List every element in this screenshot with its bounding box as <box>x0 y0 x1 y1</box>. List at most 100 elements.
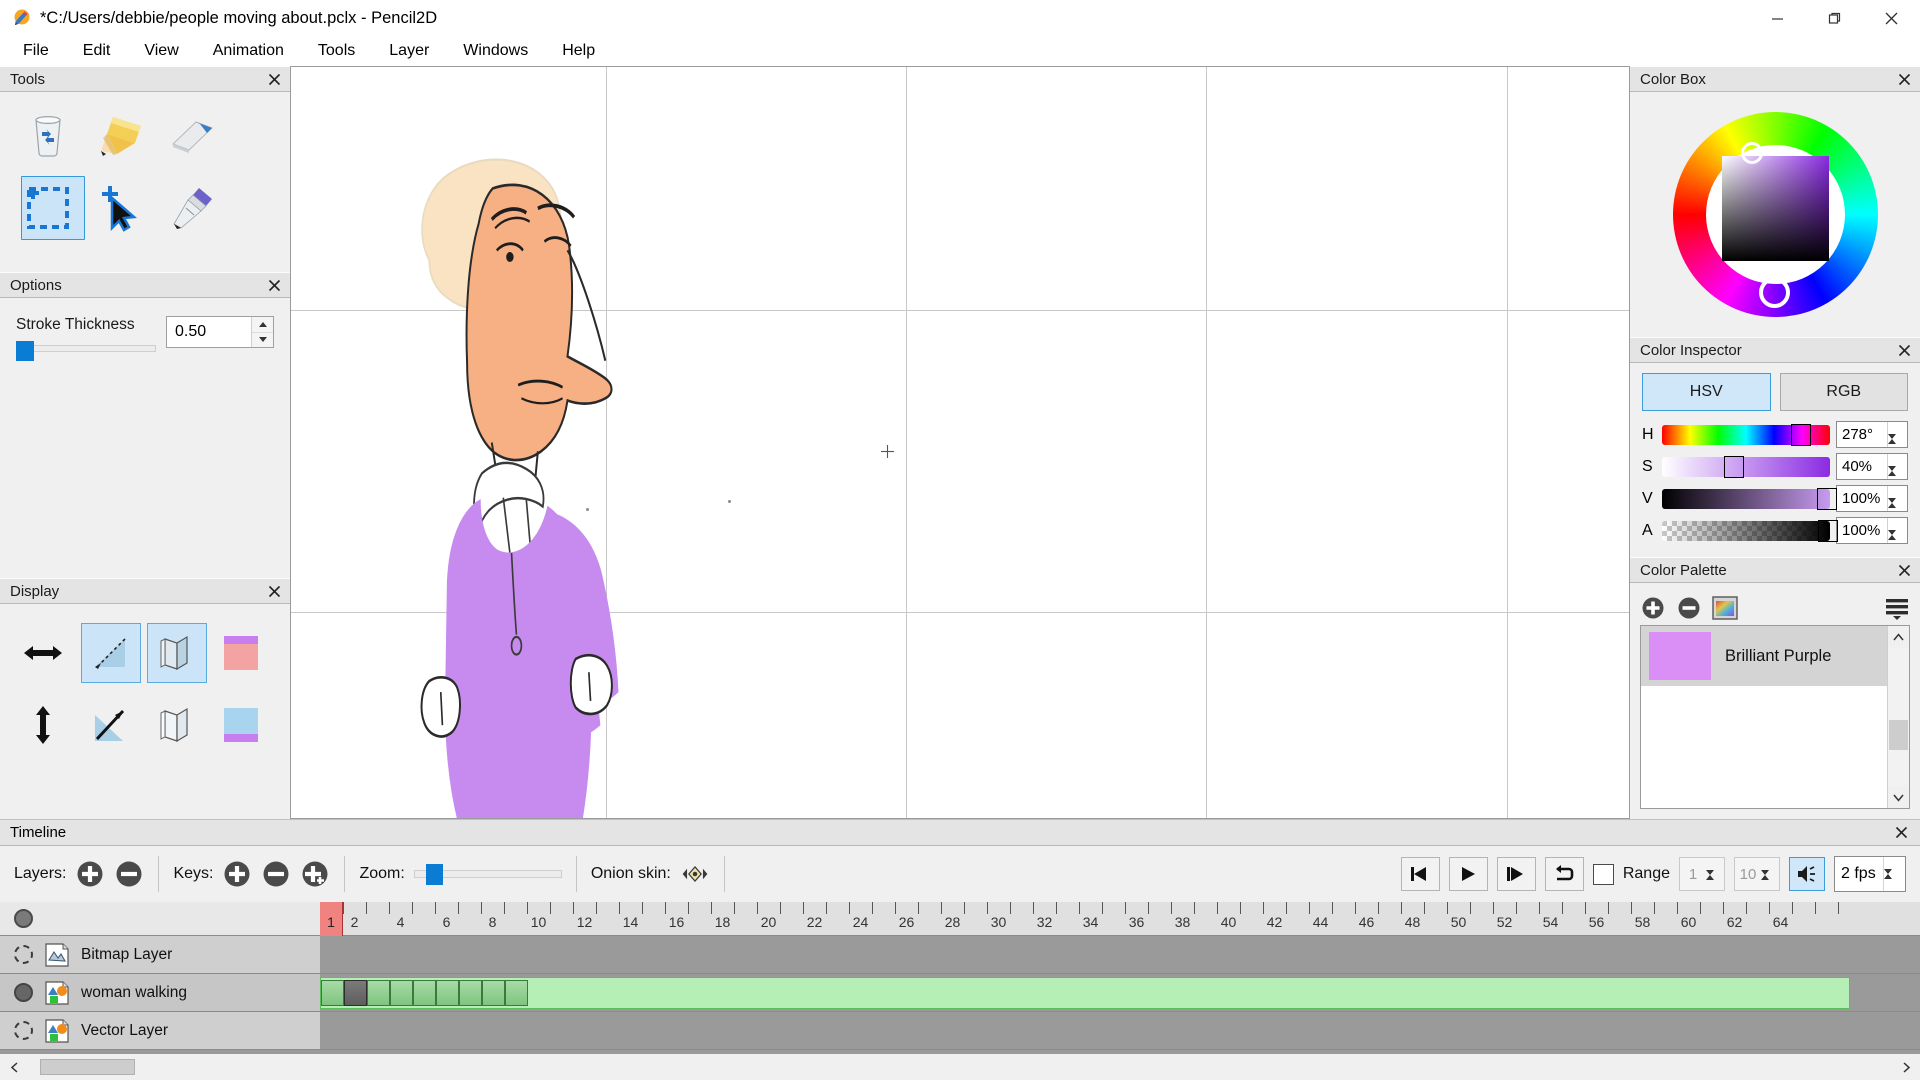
duplicate-key-button[interactable] <box>300 859 330 889</box>
keyframe-cell[interactable] <box>390 980 413 1006</box>
keyframe-cell[interactable] <box>482 980 505 1006</box>
drawing-canvas[interactable] <box>290 66 1630 819</box>
hue-marker[interactable] <box>1758 277 1790 308</box>
menu-help[interactable]: Help <box>545 38 612 64</box>
timeline-zoom-slider[interactable] <box>413 864 562 885</box>
palette-list[interactable]: Brilliant Purple <box>1640 625 1910 809</box>
fps-decrement[interactable] <box>1884 869 1905 891</box>
range-end-decrement[interactable] <box>1761 870 1779 892</box>
tool-pencil[interactable] <box>84 100 156 172</box>
hue-spinbox[interactable]: 278° <box>1836 421 1908 456</box>
range-start-value[interactable]: 1 <box>1680 858 1706 890</box>
fps-value[interactable]: 2 fps <box>1835 857 1883 891</box>
color-inspector-panel-close-icon[interactable] <box>1895 341 1913 359</box>
menu-tools[interactable]: Tools <box>301 38 372 64</box>
layer-visibility-toggle[interactable] <box>14 1021 33 1040</box>
layer-row-vector-layer[interactable]: Vector Layer <box>0 1012 320 1050</box>
display-flip-vertical[interactable] <box>10 692 76 758</box>
keyframe-cell[interactable] <box>367 980 390 1006</box>
saturation-value-square[interactable] <box>1721 156 1829 261</box>
saturation-handle[interactable] <box>1724 455 1745 478</box>
palette-scroll-up[interactable] <box>1888 626 1909 648</box>
menu-windows[interactable]: Windows <box>446 38 545 64</box>
color-wheel[interactable] <box>1672 112 1878 317</box>
tool-bucket[interactable] <box>12 244 84 264</box>
palette-scroll-thumb[interactable] <box>1889 719 1908 750</box>
track-woman-walking[interactable] <box>320 974 1920 1012</box>
range-checkbox[interactable] <box>1592 863 1614 885</box>
menu-layer[interactable]: Layer <box>372 38 446 64</box>
value-slider[interactable] <box>1662 487 1837 510</box>
tool-polyline[interactable] <box>84 244 156 264</box>
hue-handle[interactable] <box>1791 423 1812 446</box>
fps-spinbox[interactable]: 2 fps <box>1834 856 1906 892</box>
track-bitmap-layer[interactable] <box>320 936 1920 974</box>
timeline-ruler[interactable]: 1 2 4 6 8 10 12 14 16 18 20 22 24 26 28 30 32 34 36 38 40 42… <box>320 902 1920 936</box>
scroll-left-icon[interactable] <box>6 1061 22 1073</box>
saturation-slider[interactable] <box>1662 455 1830 478</box>
keyframe-cell[interactable] <box>505 980 528 1006</box>
layer-visibility-toggle[interactable] <box>14 983 33 1002</box>
color-swatch[interactable] <box>1649 632 1711 680</box>
tool-smudge[interactable] <box>156 244 228 264</box>
menu-view[interactable]: View <box>127 38 195 64</box>
display-onion-pages-alt[interactable] <box>142 692 208 758</box>
stroke-thickness-increment[interactable] <box>252 317 273 333</box>
display-onion-color-red[interactable] <box>208 620 274 686</box>
remove-key-button[interactable] <box>261 859 291 889</box>
sound-toggle-button[interactable] <box>1789 857 1825 891</box>
menu-edit[interactable]: Edit <box>66 38 128 64</box>
timeline-panel-close-icon[interactable] <box>1892 824 1910 842</box>
tool-move[interactable] <box>84 172 156 244</box>
display-panel-close-icon[interactable] <box>265 582 283 600</box>
palette-scroll-track[interactable] <box>1888 648 1909 786</box>
options-panel-close-icon[interactable] <box>265 276 283 294</box>
previous-frame-button[interactable] <box>1400 857 1440 891</box>
maximize-button[interactable] <box>1806 0 1863 36</box>
hue-slider[interactable] <box>1662 423 1830 446</box>
track-vector-layer[interactable] <box>320 1012 1920 1050</box>
display-onion-prev[interactable] <box>76 620 142 686</box>
tab-hsv[interactable]: HSV <box>1642 373 1771 411</box>
alpha-decrement[interactable] <box>1888 530 1907 552</box>
add-color-button[interactable] <box>1640 595 1666 621</box>
value-handle[interactable] <box>1816 487 1837 510</box>
onion-skin-toggle-icon[interactable] <box>680 859 710 889</box>
value-value[interactable]: 100% <box>1837 486 1887 511</box>
keyframe-cell[interactable] <box>344 980 367 1006</box>
keyframe-cell[interactable] <box>413 980 436 1006</box>
keyframe-cell[interactable] <box>459 980 482 1006</box>
color-palette-panel-close-icon[interactable] <box>1895 561 1913 579</box>
close-button[interactable] <box>1863 0 1920 36</box>
keyframe-cell[interactable] <box>436 980 459 1006</box>
hscroll-thumb[interactable] <box>40 1059 135 1075</box>
menu-file[interactable]: File <box>6 38 66 64</box>
tool-eraser[interactable] <box>156 100 228 172</box>
tools-panel-close-icon[interactable] <box>265 70 283 88</box>
layer-visibility-toggle[interactable] <box>14 945 33 964</box>
range-start-decrement[interactable] <box>1706 870 1724 892</box>
remove-layer-button[interactable] <box>114 859 144 889</box>
palette-scrollbar[interactable] <box>1887 626 1909 808</box>
alpha-slider[interactable] <box>1662 519 1839 542</box>
layer-row-woman-walking[interactable]: woman walking <box>0 974 320 1012</box>
add-layer-button[interactable] <box>75 859 105 889</box>
palette-scroll-down[interactable] <box>1888 786 1909 808</box>
alpha-handle[interactable] <box>1818 519 1839 542</box>
saturation-spinbox[interactable]: 40% <box>1836 453 1908 488</box>
zoom-handle[interactable] <box>425 864 443 885</box>
display-onion-pages[interactable] <box>142 620 208 686</box>
alpha-value[interactable]: 100% <box>1837 518 1887 543</box>
palette-preview-button[interactable] <box>1712 595 1738 621</box>
add-key-button[interactable] <box>222 859 252 889</box>
palette-item[interactable]: Brilliant Purple <box>1641 626 1887 686</box>
palette-menu-button[interactable] <box>1884 595 1910 621</box>
tool-pen[interactable] <box>156 172 228 244</box>
stroke-thickness-slider[interactable] <box>16 341 156 361</box>
canvas-area[interactable] <box>290 66 1630 819</box>
next-frame-button[interactable] <box>1496 857 1536 891</box>
scroll-right-icon[interactable] <box>1898 1061 1914 1073</box>
loop-button[interactable] <box>1544 857 1584 891</box>
saturation-value[interactable]: 40% <box>1837 454 1887 479</box>
keyframe-cell[interactable] <box>321 980 344 1006</box>
